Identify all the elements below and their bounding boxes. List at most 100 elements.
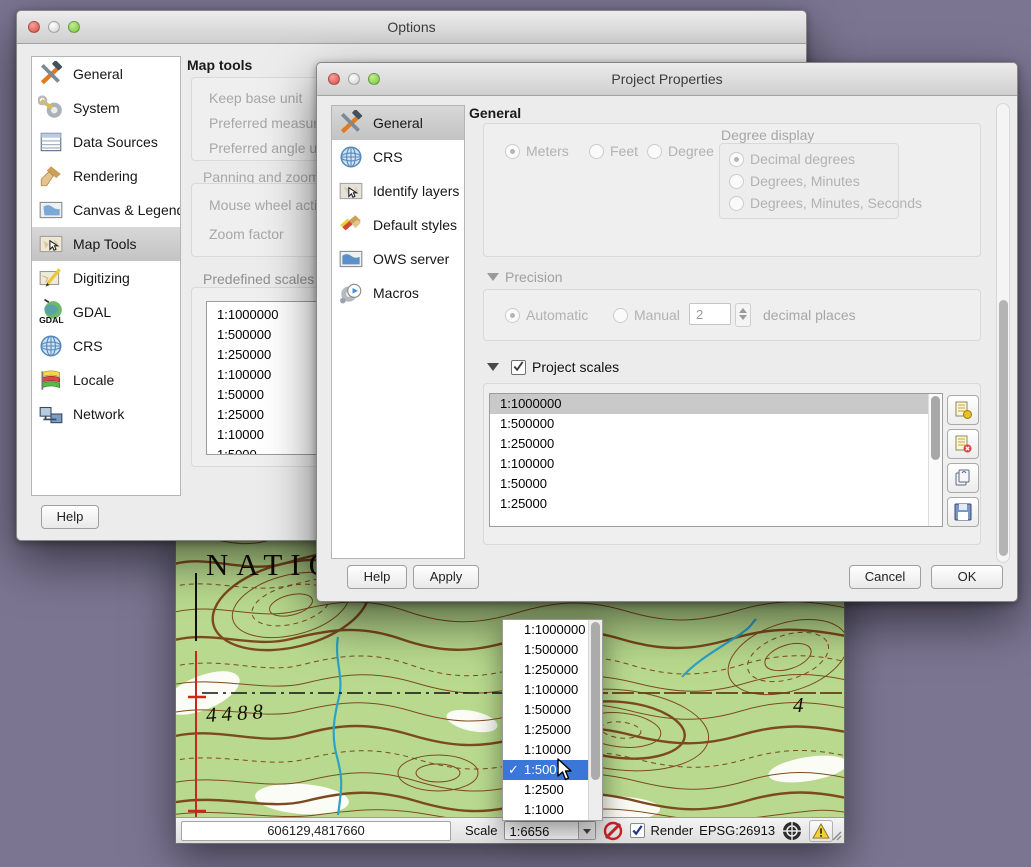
list-item[interactable]: 1:25000 [490, 494, 942, 514]
crs-status-icon[interactable] [781, 821, 803, 841]
radio-button[interactable] [505, 144, 520, 159]
decimal-places-spinbox[interactable]: 2 [689, 303, 731, 325]
radio-button[interactable] [613, 308, 628, 323]
map-text-elevation: 4488 [205, 699, 269, 728]
sidebar-item-canvas-legend[interactable]: Canvas & Legend [32, 193, 180, 227]
help-button[interactable]: Help [41, 505, 99, 529]
coordinate-display[interactable]: 606129,4817660 [181, 821, 451, 841]
dialog-scrollbar[interactable] [996, 103, 1010, 563]
save-scales-button[interactable] [947, 497, 979, 527]
decimal-places-label: decimal places [763, 307, 856, 323]
radio-button[interactable] [729, 152, 744, 167]
keep-base-unit-label[interactable]: Keep base unit [209, 90, 302, 106]
project-titlebar[interactable]: Project Properties [317, 63, 1017, 96]
map-text-grid-number: 4 [793, 693, 804, 718]
desktop: NATIO 4488 4 606129,4817660 Scale 1:6656 [0, 0, 1031, 867]
close-button[interactable] [328, 73, 340, 85]
list-item[interactable]: 1:50000 [490, 474, 942, 494]
sidebar-item-gdal[interactable]: GDAL GDAL [32, 295, 180, 329]
sidebar-item-macros[interactable]: Macros [332, 276, 464, 310]
triangle-down-icon[interactable] [487, 273, 499, 281]
radio-meters[interactable]: Meters [505, 143, 569, 159]
resize-grip[interactable] [831, 830, 842, 841]
zoom-button[interactable] [368, 73, 380, 85]
remove-scale-button[interactable] [947, 429, 979, 459]
list-scrollbar[interactable] [928, 394, 942, 526]
list-item[interactable]: 1:250000 [490, 434, 942, 454]
scale-combobox-arrow[interactable] [578, 822, 595, 839]
scale-dropdown-popup: 1:1000000 1:500000 1:250000 1:100000 1:5… [502, 619, 603, 821]
radio-degrees-minutes[interactable]: Degrees, Minutes [729, 173, 860, 189]
options-sidebar: General System Data Sources [31, 56, 181, 496]
dropdown-scrollbar-thumb[interactable] [591, 622, 600, 780]
precision-disclosure[interactable]: Precision [487, 269, 563, 285]
message-log-icon[interactable] [809, 820, 833, 842]
radio-feet[interactable]: Feet [589, 143, 638, 159]
sidebar-item-network[interactable]: Network [32, 397, 180, 431]
sidebar-item-system[interactable]: System [32, 91, 180, 125]
radio-manual[interactable]: Manual [613, 307, 680, 323]
options-titlebar[interactable]: Options [17, 11, 806, 44]
mouse-wheel-label: Mouse wheel actio [209, 197, 325, 213]
window-controls [28, 21, 80, 33]
save-icon [953, 502, 973, 522]
sidebar-item-general[interactable]: General [332, 106, 464, 140]
sidebar-item-digitizing[interactable]: Digitizing [32, 261, 180, 295]
project-scales-list: 1:1000000 1:500000 1:250000 1:100000 1:5… [489, 393, 943, 527]
render-label: Render [651, 823, 694, 838]
ok-button[interactable]: OK [931, 565, 1003, 589]
help-button[interactable]: Help [347, 565, 407, 589]
spin-up-icon[interactable] [739, 308, 747, 313]
close-button[interactable] [28, 21, 40, 33]
sidebar-item-general[interactable]: General [32, 57, 180, 91]
sidebar-item-ows-server[interactable]: OWS server [332, 242, 464, 276]
sidebar-item-crs[interactable]: CRS [32, 329, 180, 363]
radio-degrees-minutes-seconds[interactable]: Degrees, Minutes, Seconds [729, 195, 922, 211]
identify-layers-icon [338, 178, 364, 204]
triangle-down-icon[interactable] [487, 363, 499, 371]
project-scales-header[interactable]: Project scales [487, 359, 619, 375]
macros-gear-icon [338, 280, 364, 306]
zoom-button[interactable] [68, 21, 80, 33]
radio-button[interactable] [589, 144, 604, 159]
clipboard-icon [953, 468, 973, 488]
gear-wrench-icon [38, 95, 64, 121]
sidebar-item-crs[interactable]: CRS [332, 140, 464, 174]
project-scales-checkbox[interactable] [511, 360, 526, 375]
dialog-scrollbar-thumb[interactable] [999, 300, 1008, 556]
list-item[interactable]: 1:500000 [490, 414, 942, 434]
apply-button[interactable]: Apply [413, 565, 479, 589]
sidebar-item-map-tools[interactable]: Map Tools [32, 227, 180, 261]
scale-combobox[interactable]: 1:6656 [504, 821, 596, 840]
sidebar-item-identify-layers[interactable]: Identify layers [332, 174, 464, 208]
radio-degree[interactable]: Degree [647, 143, 714, 159]
render-checkbox[interactable] [630, 823, 645, 838]
checkmark-icon: ✓ [508, 760, 519, 780]
project-properties-window: Project Properties General CRS [316, 62, 1018, 602]
window-controls [328, 73, 380, 85]
sidebar-item-default-styles[interactable]: Default styles [332, 208, 464, 242]
list-item[interactable]: 1:100000 [490, 454, 942, 474]
add-scale-button[interactable] [947, 395, 979, 425]
radio-button[interactable] [647, 144, 662, 159]
sidebar-item-data-sources[interactable]: Data Sources [32, 125, 180, 159]
spinbox-buttons[interactable] [735, 303, 751, 327]
radio-decimal-degrees[interactable]: Decimal degrees [729, 151, 855, 167]
list-scrollbar-thumb[interactable] [931, 396, 940, 460]
list-item[interactable]: 1:1000000 [490, 394, 942, 414]
minimize-button[interactable] [348, 73, 360, 85]
cancel-button[interactable]: Cancel [849, 565, 921, 589]
radio-button[interactable] [729, 196, 744, 211]
degree-display-label: Degree display [721, 127, 814, 143]
load-scales-button[interactable] [947, 463, 979, 493]
sidebar-item-rendering[interactable]: Rendering [32, 159, 180, 193]
sidebar-item-locale[interactable]: Locale [32, 363, 180, 397]
map-tools-icon [38, 231, 64, 257]
minimize-button[interactable] [48, 21, 60, 33]
radio-button[interactable] [729, 174, 744, 189]
dropdown-scrollbar[interactable] [588, 620, 602, 820]
radio-button[interactable] [505, 308, 520, 323]
spin-down-icon[interactable] [739, 315, 747, 320]
stop-render-icon[interactable] [602, 821, 624, 841]
radio-automatic[interactable]: Automatic [505, 307, 588, 323]
